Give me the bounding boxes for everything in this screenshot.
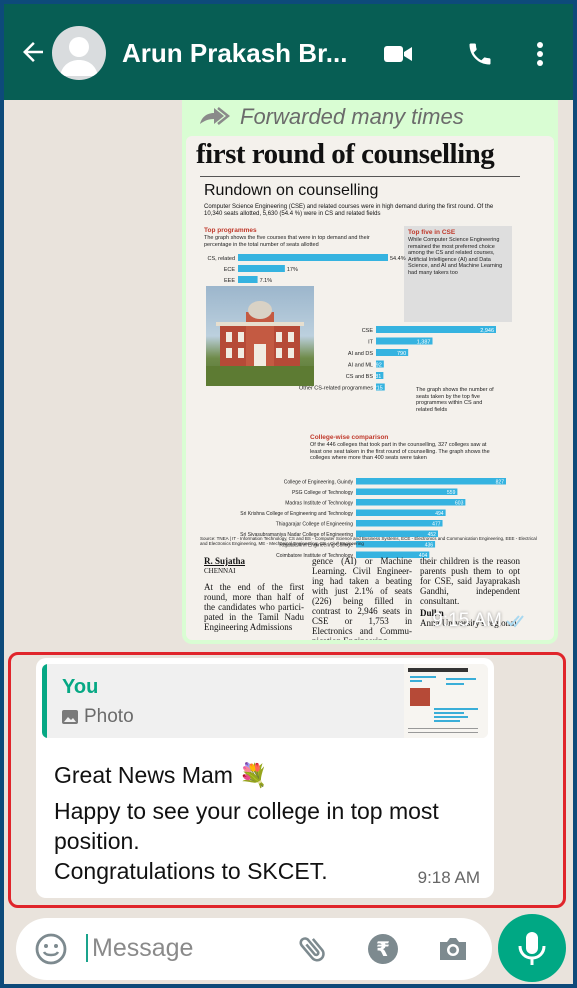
- college-label: Thiagarajar College of Engineering: [276, 522, 353, 528]
- rupee-icon[interactable]: ₹: [366, 932, 400, 966]
- college-bar: [356, 520, 443, 527]
- emoji-icon[interactable]: [34, 932, 68, 966]
- newspaper-source: Source: TNEA | IT - Information Technolo…: [200, 536, 537, 546]
- forwarded-text: Forwarded many times: [240, 104, 464, 129]
- college-bar: [356, 478, 506, 485]
- college-value: 559: [447, 490, 456, 496]
- cse-programme-value: 2,946: [480, 328, 494, 334]
- college-label: Madras Institute of Technology: [285, 501, 353, 507]
- chat-header: Arun Prakash Br...: [4, 4, 573, 100]
- programme-label: EEE: [224, 278, 235, 284]
- camera-icon[interactable]: [436, 932, 470, 966]
- college-bar: [356, 499, 466, 506]
- college-value: 477: [432, 522, 441, 528]
- cse-programme-label: IT: [368, 340, 374, 346]
- cse-programme-label: Other CS-related programmes: [299, 386, 373, 392]
- college-label: PSG College of Technology: [292, 490, 354, 496]
- cse-programme-label: CS and BS: [346, 374, 374, 380]
- programme-label: CS, related: [207, 256, 235, 262]
- programme-value: 17%: [287, 267, 298, 273]
- programme-bar: [238, 265, 285, 272]
- college-wise-caption: Of the 446 colleges that took part in th…: [310, 442, 490, 461]
- message-input-bar: Message ₹: [16, 918, 492, 980]
- forwarded-icon: [200, 107, 231, 125]
- forwarded-label: Forwarded many times: [196, 104, 464, 130]
- double-check-icon: [506, 615, 524, 628]
- programme-bar: [238, 276, 258, 283]
- mic-button[interactable]: [498, 914, 566, 982]
- cse-programme-label: CSE: [362, 328, 374, 334]
- article-text-1: At the end of the first round, more than…: [204, 582, 304, 632]
- college-label: Sri Krishna College of Engineering and T…: [240, 511, 353, 517]
- back-arrow-icon[interactable]: [18, 37, 48, 67]
- college-value: 494: [435, 511, 444, 517]
- cse-programme-value: 181: [372, 374, 381, 380]
- article-text-3: their children is the reason parents pus…: [420, 556, 520, 606]
- cse-programme-value: 790: [397, 351, 406, 357]
- avatar[interactable]: [52, 26, 106, 80]
- dateline: CHENNAI: [204, 567, 236, 575]
- programme-bar: [238, 254, 388, 261]
- video-call-icon[interactable]: [382, 40, 414, 68]
- cse-programme-value: 215: [374, 386, 383, 392]
- college-bar: [356, 509, 446, 516]
- article-col-2: gence (AI) or Machine Learning. Civil En…: [312, 556, 412, 640]
- attach-icon[interactable]: [296, 932, 330, 966]
- cse-programme-label: AI and ML: [348, 363, 373, 369]
- cse-programme-bar: [376, 326, 496, 333]
- mic-icon: [518, 932, 546, 965]
- voice-call-icon[interactable]: [464, 40, 496, 68]
- forwarded-image-message[interactable]: Forwarded many times first round of coun…: [182, 100, 558, 644]
- college-value: 827: [496, 480, 505, 486]
- newspaper-image[interactable]: first round of counselling Rundown on co…: [186, 136, 554, 640]
- college-bar: [356, 488, 458, 495]
- more-vert-icon[interactable]: [528, 40, 552, 68]
- college-wise-title: College-wise comparison: [310, 434, 389, 441]
- college-photo: [206, 286, 314, 386]
- time-label: 9:15 AM: [432, 610, 502, 631]
- message-input[interactable]: Message: [86, 934, 193, 962]
- chat-screen: Arun Prakash Br... Forwarded many times …: [4, 4, 573, 984]
- programme-label: ECE: [224, 267, 236, 273]
- top-five-note: The graph shows the number of seats take…: [416, 387, 494, 413]
- college-label: College of Engineering, Guindy: [284, 480, 354, 486]
- highlight-box: [8, 652, 566, 908]
- article-col-1: R. Sujatha CHENNAI At the end of the fir…: [204, 556, 304, 632]
- svg-text:₹: ₹: [376, 937, 390, 961]
- message-time: 9:15 AM: [432, 610, 528, 632]
- college-value: 603: [455, 501, 464, 507]
- contact-name[interactable]: Arun Prakash Br...: [122, 38, 347, 69]
- cse-programme-value: 192: [373, 363, 382, 369]
- byline: R. Sujatha: [204, 556, 246, 566]
- article-text-2: gence (AI) or Machine Learning. Civil En…: [312, 556, 412, 640]
- programme-value: 7.1%: [260, 278, 273, 284]
- cse-programme-value: 1,387: [417, 340, 431, 346]
- cse-programme-label: AI and DS: [348, 351, 373, 357]
- programme-value: 54.4%: [390, 256, 406, 262]
